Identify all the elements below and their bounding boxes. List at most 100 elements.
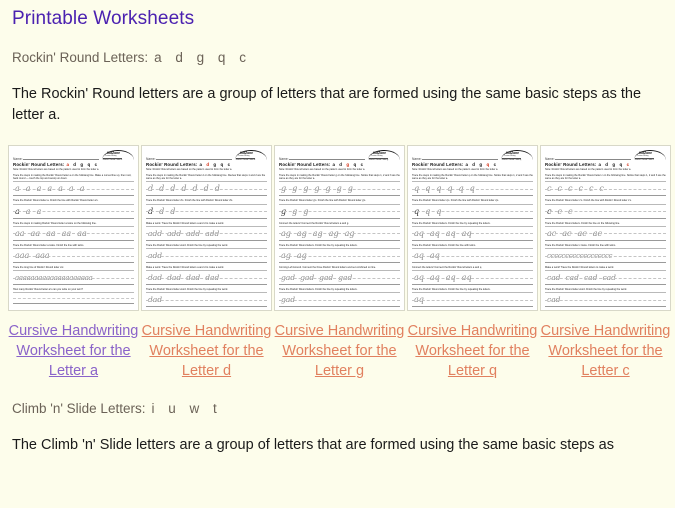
worksheet-note: Note: Rockin' Round letters are based on… [412, 168, 499, 171]
worksheet-cell-a: Name: KidZone Cursive Writing Rockin' Ro… [8, 145, 139, 381]
section-heading-label: Climb 'n' Slide Letters: [12, 401, 146, 416]
worksheet-instruction: Trace the steps in making Rockin' Round … [13, 221, 97, 225]
practice-line: aaaaaaa [13, 181, 134, 197]
practice-line: aaa [13, 203, 134, 219]
practice-line: cccccc [545, 181, 666, 197]
section-description-climb-n-slide: The Climb 'n' Slide letters are a group … [12, 437, 614, 453]
name-write-line [22, 158, 99, 160]
worksheet-instruction: Make a word. Trace the Rockin' Round let… [146, 266, 225, 270]
worksheet-thumbnail-d[interactable]: Name: KidZone Cursive Writing Rockin' Ro… [141, 145, 272, 311]
practice-glyphs: aq aq aq aq [414, 228, 472, 238]
practice-glyphs: cccccc [547, 184, 604, 194]
name-label: Name: [412, 157, 422, 161]
worksheet-cell-c: Name: KidZone Cursive Writing Rockin' Ro… [540, 145, 671, 381]
worksheet-cell-d: Name: KidZone Cursive Writing Rockin' Ro… [141, 145, 272, 381]
worksheet-note: Note: Rockin' Round letters are based on… [279, 168, 366, 171]
worksheet-highlight-letter: d [206, 162, 211, 167]
practice-glyphs: add add add add [148, 228, 220, 238]
section-heading-letters: a d g q c [154, 50, 251, 65]
worksheet-highlight-letter: g [346, 162, 351, 167]
worksheet-cell-q: Name: KidZone Cursive Writing Rockin' Ro… [407, 145, 538, 381]
worksheet-title-letters: a d g q c [66, 162, 99, 167]
practice-glyphs: ddd [148, 206, 176, 216]
worksheet-thumbnail-c[interactable]: Name: KidZone Cursive Writing Rockin' Ro… [540, 145, 671, 311]
practice-glyphs: gad gad gad gad [281, 273, 353, 283]
practice-line: aaa aaa [13, 248, 134, 264]
practice-line: dad [146, 292, 267, 308]
section-description-rockin-round: The Rockin' Round letters are a group of… [12, 86, 642, 123]
worksheet-title: Rockin' Round Letters: a d g q c [146, 162, 267, 167]
name-label: Name: [146, 157, 156, 161]
logo-sheet-id: Rockin' Round Letter g [369, 157, 389, 161]
practice-line: gad [279, 292, 400, 308]
worksheet-thumbnail-a[interactable]: Name: KidZone Cursive Writing Rockin' Ro… [8, 145, 139, 311]
worksheet-highlight-letter: a [66, 162, 71, 167]
name-write-line [421, 158, 498, 160]
practice-line: ccc [545, 203, 666, 219]
worksheet-note: Note: Rockin' Round letters are based on… [13, 168, 100, 171]
page-title: Printable Worksheets [12, 8, 195, 29]
worksheet-instruction: Coming Left Around. Connect the three Ro… [279, 266, 376, 270]
worksheet-link-c[interactable]: Cursive Handwriting Worksheet for the Le… [540, 321, 671, 381]
worksheet-name-row: Name: KidZone Cursive Writing Rockin' Ro… [13, 150, 134, 161]
worksheet-instruction: Trace the long line of Rockin' Round let… [13, 266, 64, 270]
section-heading-letters: i u w t [151, 401, 222, 416]
worksheet-page: Printable Worksheets Rockin' Round Lette… [0, 8, 675, 456]
worksheet-title-letters: a d g q c [332, 162, 365, 167]
practice-line: ddd [146, 203, 267, 219]
practice-line: aq aq aq aq [412, 225, 533, 241]
practice-glyphs: ggg [281, 206, 309, 216]
logo-sheet-id: Rockin' Round Letter a [103, 157, 123, 161]
practice-glyphs: cad [547, 295, 561, 305]
worksheet-instruction: Make a word. Trace the Rockin' Round let… [146, 221, 225, 225]
worksheet-link-q[interactable]: Cursive Handwriting Worksheet for the Le… [407, 321, 538, 381]
worksheet-instruction: Trace the Rockin' Round letters. Finish … [412, 288, 491, 292]
logo-sheet-id: Rockin' Round Letter q [502, 157, 522, 161]
section-heading-label: Rockin' Round Letters: [12, 50, 149, 65]
practice-glyphs: cccccccccccccccccc [547, 252, 613, 261]
practice-glyphs: aq [414, 295, 424, 305]
worksheet-title-letters: a d g q c [465, 162, 498, 167]
worksheet-thumbnail-q[interactable]: Name: KidZone Cursive Writing Rockin' Ro… [407, 145, 538, 311]
worksheet-highlight-letter: q [486, 162, 491, 167]
name-write-line [554, 158, 631, 160]
worksheet-title-prefix: Rockin' Round Letters: [545, 162, 597, 167]
practice-line: qqqqqq [412, 181, 533, 197]
worksheet-link-d[interactable]: Cursive Handwriting Worksheet for the Le… [141, 321, 272, 381]
worksheet-link-a[interactable]: Cursive Handwriting Worksheet for the Le… [8, 321, 139, 381]
practice-glyphs: aaaaaaa [15, 184, 85, 194]
logo-brand: KidZone [107, 150, 120, 155]
practice-glyphs: ggggggg [281, 184, 353, 194]
name-label: Name: [545, 157, 555, 161]
worksheet-title-prefix: Rockin' Round Letters: [279, 162, 331, 167]
worksheet-highlight-letter: c [626, 162, 631, 167]
practice-line: ag ag ag ag ag [279, 225, 400, 241]
worksheet-name-row: Name: KidZone Cursive Writing Rockin' Ro… [146, 150, 267, 161]
worksheet-instruction: Trace the Rockin' Round letter word. Fin… [146, 243, 228, 247]
worksheet-title-prefix: Rockin' Round Letters: [412, 162, 464, 167]
worksheet-instruction: Trace the Rockin' Round letter d's. Fini… [146, 199, 233, 203]
practice-glyphs: add [148, 251, 163, 261]
worksheet-instruction: Trace the steps in making the Rockin' Ro… [146, 174, 266, 181]
logo-sheet-id: Rockin' Round Letter d [236, 157, 256, 161]
section-heading-climb-n-slide: Climb 'n' Slide Letters: i u w t [12, 401, 665, 417]
worksheet-title-letters: a d g q c [199, 162, 232, 167]
practice-line: aq aq [412, 248, 533, 264]
worksheet-instruction: Connect the letters! Connect the Rockin'… [279, 221, 349, 225]
worksheet-link-g[interactable]: Cursive Handwriting Worksheet for the Le… [274, 321, 405, 381]
worksheet-instruction: Trace the Rockin' Round letter word. Fin… [545, 288, 627, 292]
practice-line: aq [412, 292, 533, 308]
worksheet-instruction: Trace the Rockin' Round letter a. Finish… [13, 199, 99, 203]
kidzone-logo-icon: KidZone Cursive Writing Rockin' Round Le… [501, 150, 533, 161]
practice-line: qqq [412, 203, 533, 219]
practice-glyphs: ag ag ag ag ag [281, 228, 355, 238]
worksheet-instruction: Trace the Rockin' Round letters. Finish … [412, 243, 476, 247]
practice-line: aaaaaaaaaaaaaaaaaaaa [13, 270, 134, 286]
worksheet-title: Rockin' Round Letters: a d g q c [412, 162, 533, 167]
worksheet-note: Note: Rockin' Round letters are based on… [146, 168, 233, 171]
worksheet-thumbnail-g[interactable]: Name: KidZone Cursive Writing Rockin' Ro… [274, 145, 405, 311]
practice-line: gad gad gad gad [279, 270, 400, 286]
name-label: Name: [13, 157, 23, 161]
worksheet-instruction: Make a word! Trace the Rockin' Round let… [545, 266, 614, 270]
worksheet-instruction: Trace the Rockin' Round letter q's. Fini… [412, 199, 499, 203]
